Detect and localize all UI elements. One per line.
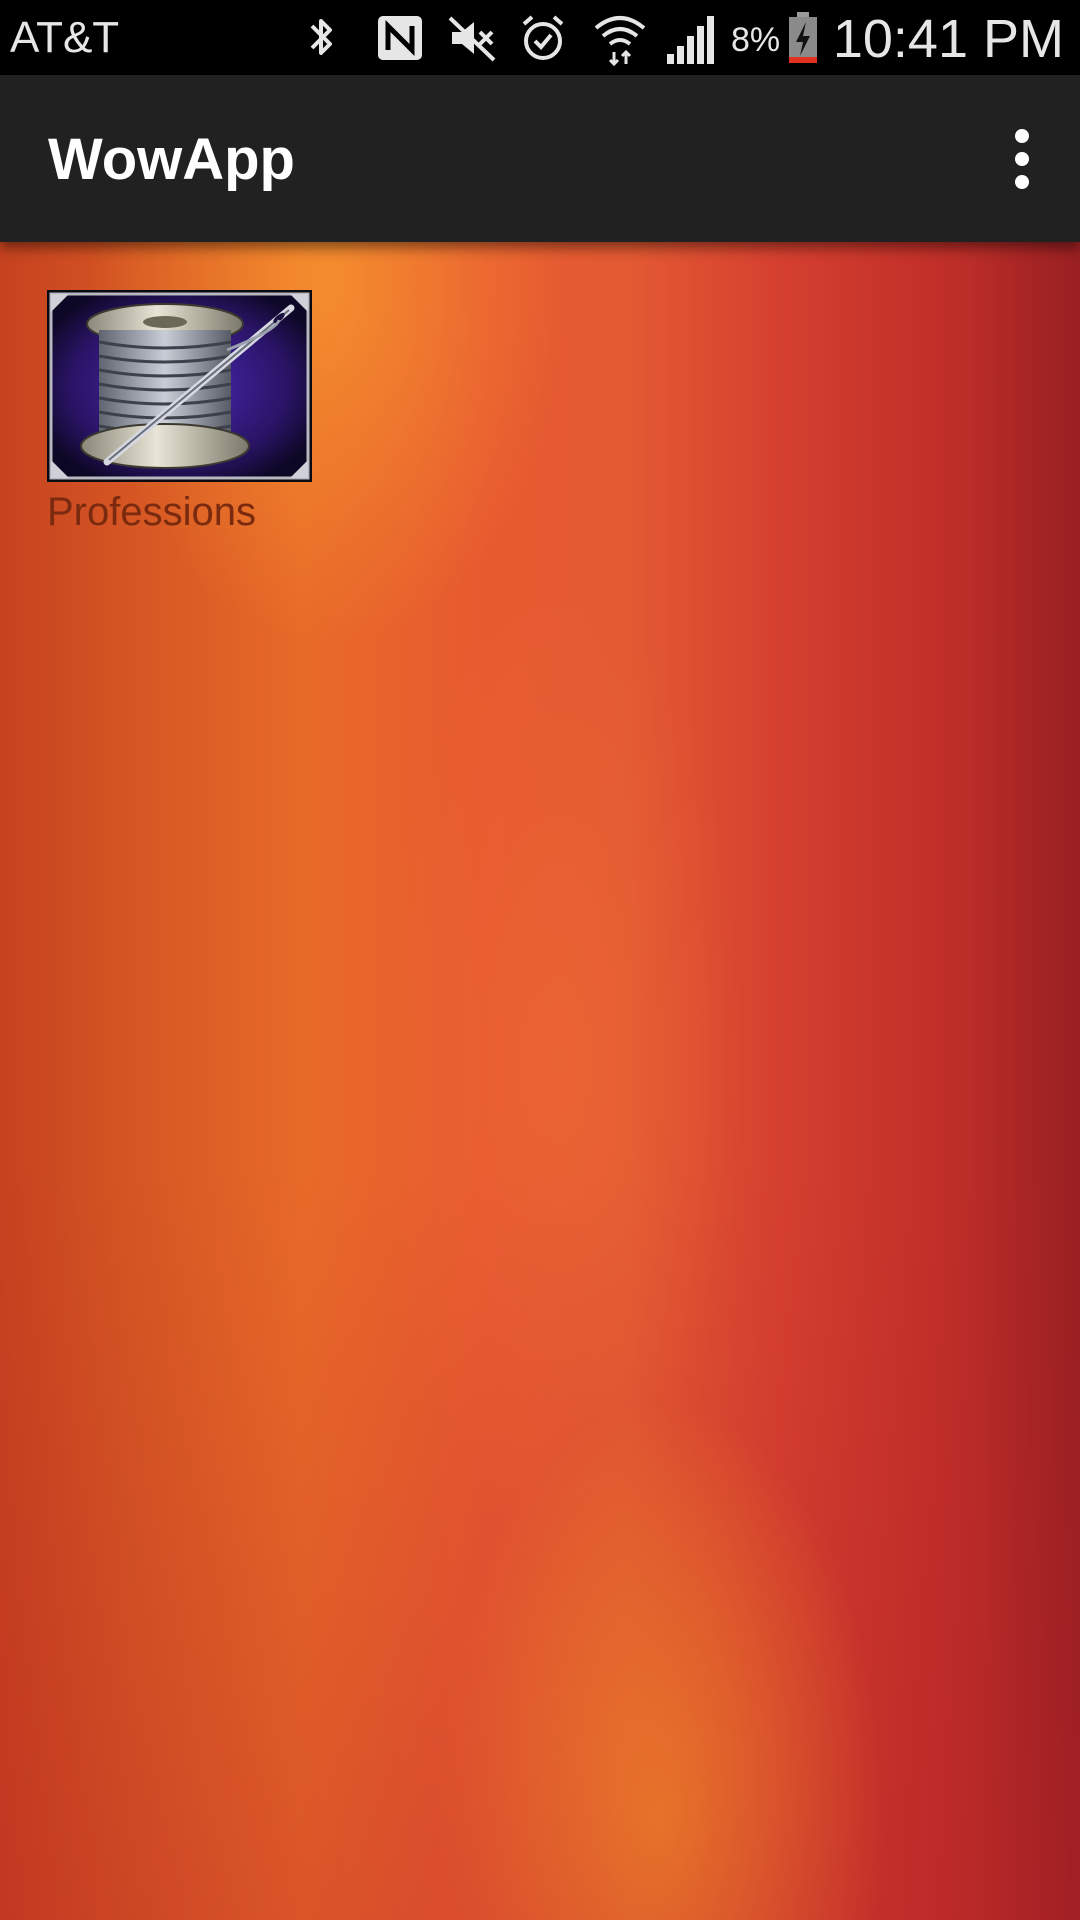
status-bar: AT&T 8% 10:41 PM <box>0 0 1080 75</box>
content-area: Professions <box>0 242 1080 1920</box>
tile-professions[interactable]: Professions <box>47 290 317 536</box>
bluetooth-icon <box>304 10 340 66</box>
tile-label: Professions <box>47 490 256 534</box>
nfc-icon <box>375 10 425 66</box>
overflow-menu-icon[interactable] <box>998 123 1046 195</box>
alarm-icon <box>518 10 568 66</box>
thread-spool-needle-icon[interactable] <box>47 290 312 482</box>
wifi-icon <box>592 10 648 66</box>
app-bar: WowApp <box>0 75 1080 242</box>
screen: AT&T 8% 10:41 PM WowApp Professions <box>0 0 1080 1920</box>
signal-icon <box>665 10 715 66</box>
carrier-label: AT&T <box>10 13 120 62</box>
clock: 10:41 PM <box>832 9 1064 69</box>
mute-icon <box>446 10 498 66</box>
app-title: WowApp <box>48 127 295 192</box>
battery-charging-icon <box>786 10 820 66</box>
battery-percent: 8% <box>731 21 781 59</box>
